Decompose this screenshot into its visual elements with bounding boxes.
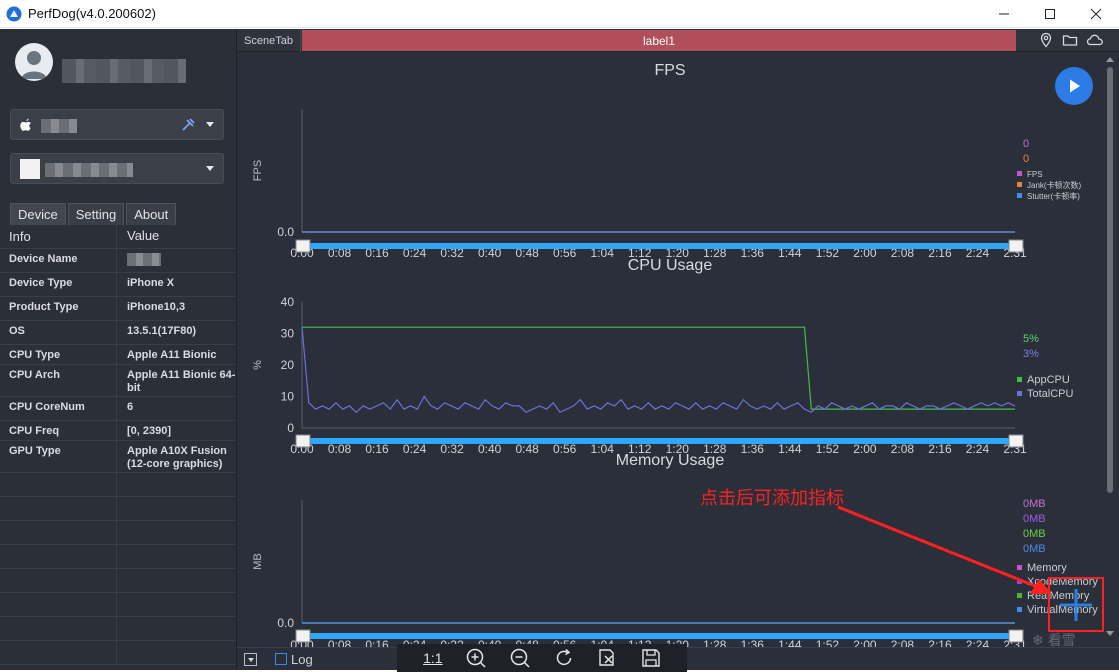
arrow-line bbox=[837, 505, 1041, 590]
watermark: ❄ 看雪 bbox=[1032, 632, 1076, 648]
add-metric-button[interactable] bbox=[1048, 577, 1104, 632]
plus-icon bbox=[1060, 588, 1092, 621]
watermark-text: 看雪 bbox=[1047, 632, 1076, 648]
perfdog-window: PerfDog(v4.0.200602) Device Setting Abou… bbox=[0, 0, 1119, 672]
annotation-arrow bbox=[837, 505, 1052, 594]
